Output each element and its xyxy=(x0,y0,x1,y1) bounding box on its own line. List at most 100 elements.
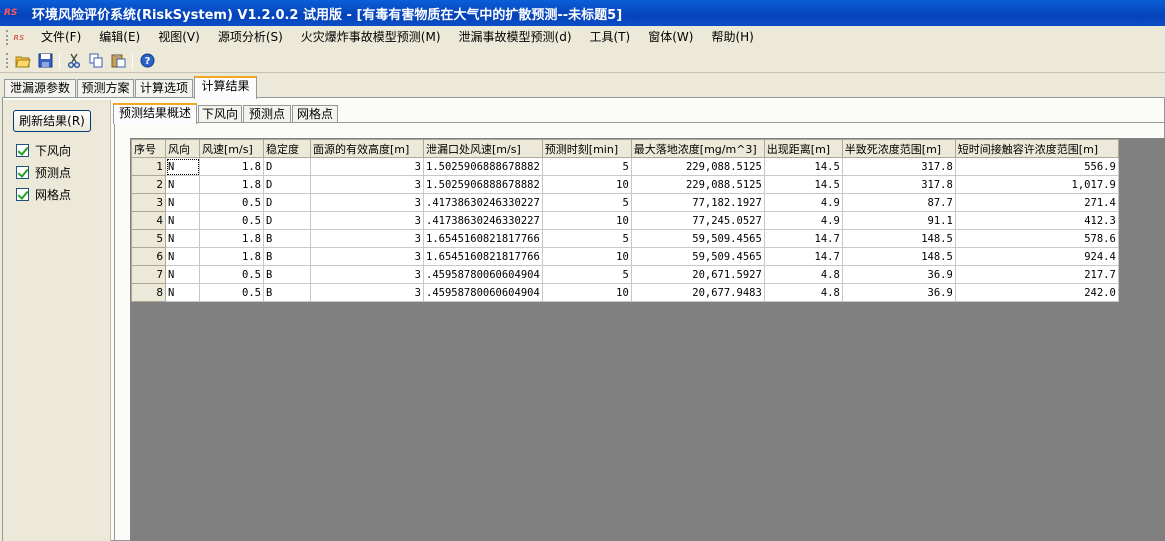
table-cell[interactable]: 4.8 xyxy=(763,283,843,302)
table-cell[interactable]: 3 xyxy=(310,229,424,248)
menu-leak-model[interactable]: 泄漏事故模型预测(d) xyxy=(450,27,581,48)
table-cell[interactable]: 77,245.0527 xyxy=(630,211,765,230)
open-folder-icon[interactable] xyxy=(13,51,33,71)
table-cell[interactable]: 229,088.5125 xyxy=(630,175,765,194)
table-cell[interactable]: 5 xyxy=(541,265,632,284)
table-cell[interactable]: .45958780060604904 xyxy=(423,283,543,302)
table-cell[interactable]: 87.7 xyxy=(841,193,956,212)
table-row[interactable]: 8 N 0.5 B 3.45958780060604904 10 20,677.9483 4.… xyxy=(131,283,1119,302)
tab-calc-results[interactable]: 计算结果 xyxy=(194,76,257,99)
table-cell[interactable]: N xyxy=(165,175,200,194)
column-header[interactable]: 预测时刻[min] xyxy=(541,139,632,158)
table-cell[interactable]: 5 xyxy=(541,229,632,248)
column-header[interactable]: 面源的有效高度[m] xyxy=(310,139,424,158)
checkbox-prediction-points[interactable]: 预测点 xyxy=(16,163,71,181)
table-cell[interactable]: 3 xyxy=(310,247,424,266)
checkbox-downwind[interactable]: 下风向 xyxy=(16,141,71,159)
menu-fire-explosion[interactable]: 火灾爆炸事故模型预测(M) xyxy=(292,27,450,48)
table-cell[interactable]: 1.5025906888678882 xyxy=(423,157,543,176)
column-header[interactable]: 风速[m/s] xyxy=(199,139,264,158)
refresh-results-button[interactable]: 刷新结果(R) xyxy=(13,110,91,132)
table-cell[interactable]: 317.8 xyxy=(841,157,956,176)
tab-calc-options[interactable]: 计算选项 xyxy=(135,79,193,98)
table-cell[interactable]: B xyxy=(263,229,311,248)
table-cell[interactable]: D xyxy=(263,193,311,212)
table-cell[interactable]: 4.8 xyxy=(763,265,843,284)
table-cell[interactable]: 4.9 xyxy=(763,211,843,230)
tab-leak-source-params[interactable]: 泄漏源参数 xyxy=(4,79,76,98)
menu-window[interactable]: 窗体(W) xyxy=(639,27,702,48)
table-cell[interactable]: 1.8 xyxy=(199,247,264,266)
table-cell[interactable]: 91.1 xyxy=(841,211,956,230)
menu-edit[interactable]: 编辑(E) xyxy=(90,27,149,48)
table-cell[interactable]: D xyxy=(263,211,311,230)
table-cell[interactable]: 3 xyxy=(310,265,424,284)
table-cell[interactable]: B xyxy=(263,283,311,302)
table-cell[interactable]: 14.5 xyxy=(763,157,843,176)
toolbar-grip[interactable] xyxy=(6,53,10,68)
checkbox-checked-icon[interactable] xyxy=(16,187,29,201)
table-cell[interactable]: 10 xyxy=(541,211,632,230)
tab-results-overview[interactable]: 预测结果概述 xyxy=(113,103,197,124)
table-cell[interactable]: 0.5 xyxy=(199,283,264,302)
table-cell[interactable]: 3 xyxy=(310,211,424,230)
column-header[interactable]: 半致死浓度范围[m] xyxy=(841,139,956,158)
table-cell[interactable]: 20,671.5927 xyxy=(630,265,765,284)
table-cell[interactable]: N xyxy=(165,229,200,248)
table-cell[interactable]: 924.4 xyxy=(954,247,1119,266)
copy-icon[interactable] xyxy=(86,51,106,71)
table-cell[interactable]: 36.9 xyxy=(841,265,956,284)
column-header[interactable]: 最大落地浓度[mg/m^3] xyxy=(630,139,765,158)
save-icon[interactable] xyxy=(35,51,55,71)
table-cell[interactable]: D xyxy=(263,157,311,176)
table-cell[interactable]: 578.6 xyxy=(954,229,1119,248)
column-header[interactable]: 短时间接触容许浓度范围[m] xyxy=(954,139,1119,158)
table-row[interactable]: 1 N 1.8 D 3 1.5025906888678882 5 229,088.5125 14… xyxy=(131,157,1119,176)
column-header[interactable]: 泄漏口处风速[m/s] xyxy=(423,139,543,158)
table-cell[interactable]: 1.5025906888678882 xyxy=(423,175,543,194)
table-cell[interactable]: N xyxy=(165,157,200,176)
checkbox-checked-icon[interactable] xyxy=(16,165,29,179)
table-cell[interactable]: .41738630246330227 xyxy=(423,193,543,212)
table-row[interactable]: 2 N 1.8 D 3 1.5025906888678882 10 229,088.5125 1… xyxy=(131,175,1119,194)
table-row[interactable]: 6 N 1.8 B 3 1.6545160821817766 10 59,509.4565 14… xyxy=(131,247,1119,266)
table-cell[interactable]: 1.8 xyxy=(199,175,264,194)
table-cell[interactable]: N xyxy=(165,247,200,266)
menu-help[interactable]: 帮助(H) xyxy=(702,27,762,48)
table-cell[interactable]: 1.8 xyxy=(199,229,264,248)
table-cell[interactable]: N xyxy=(165,283,200,302)
table-cell[interactable]: N xyxy=(165,265,200,284)
menu-view[interactable]: 视图(V) xyxy=(149,27,209,48)
table-cell[interactable]: 0.5 xyxy=(199,211,264,230)
table-cell[interactable]: B xyxy=(263,247,311,266)
menu-tools[interactable]: 工具(T) xyxy=(581,27,640,48)
table-cell[interactable]: 242.0 xyxy=(954,283,1119,302)
table-cell[interactable]: N xyxy=(165,193,200,212)
table-row[interactable]: 3 N 0.5 D 3.41738630246330227 5 77,182.1927 4.9… xyxy=(131,193,1119,212)
table-row[interactable]: 7 N 0.5 B 3.45958780060604904 5 20,671.5927 4.8… xyxy=(131,265,1119,284)
table-cell[interactable]: 3 xyxy=(310,283,424,302)
table-cell[interactable]: 59,509.4565 xyxy=(630,247,765,266)
table-cell[interactable]: 5 xyxy=(541,193,632,212)
table-cell[interactable]: 1,017.9 xyxy=(954,175,1119,194)
table-cell[interactable]: 10 xyxy=(541,247,632,266)
table-cell[interactable]: .45958780060604904 xyxy=(423,265,543,284)
column-header[interactable]: 序号 xyxy=(131,139,166,158)
column-header[interactable]: 风向 xyxy=(165,139,200,158)
table-cell[interactable]: 0.5 xyxy=(199,265,264,284)
table-row[interactable]: 5 N 1.8 B 3 1.6545160821817766 5 59,509.4565 14.… xyxy=(131,229,1119,248)
table-cell[interactable]: 10 xyxy=(541,283,632,302)
table-cell[interactable]: B xyxy=(263,265,311,284)
menubar-grip[interactable] xyxy=(6,30,10,45)
table-cell[interactable]: 10 xyxy=(541,175,632,194)
column-header[interactable]: 出现距离[m] xyxy=(763,139,843,158)
menu-file[interactable]: 文件(F) xyxy=(32,27,90,48)
table-cell[interactable]: 148.5 xyxy=(841,229,956,248)
table-cell[interactable]: 317.8 xyxy=(841,175,956,194)
table-cell[interactable]: 148.5 xyxy=(841,247,956,266)
table-cell[interactable]: 5 xyxy=(541,157,632,176)
table-cell[interactable]: 14.7 xyxy=(763,229,843,248)
table-cell[interactable]: N xyxy=(165,211,200,230)
table-cell[interactable]: 556.9 xyxy=(954,157,1119,176)
table-cell[interactable]: 14.7 xyxy=(763,247,843,266)
